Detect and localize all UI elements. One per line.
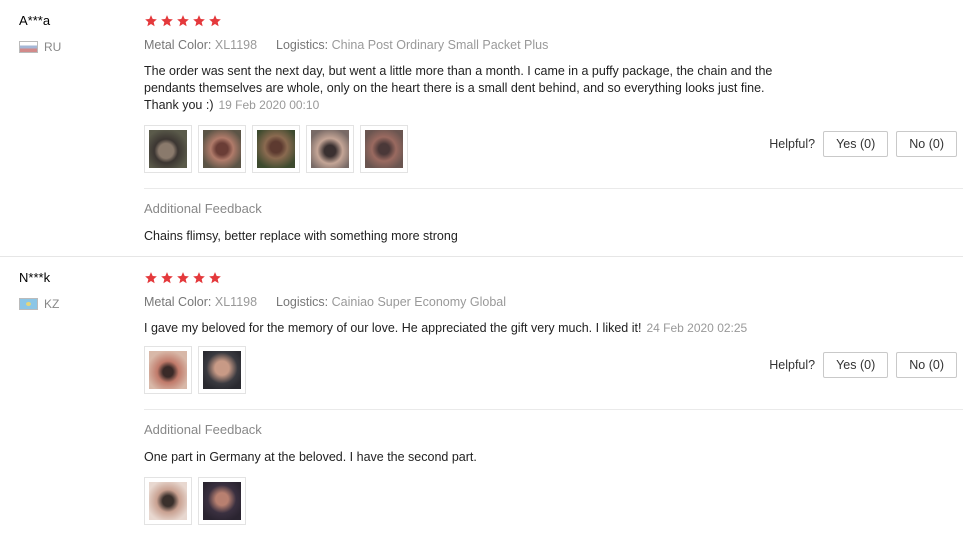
star-icon [177, 15, 189, 27]
review-text: The order was sent the next day, but wen… [144, 63, 844, 114]
flag-kazakhstan-icon [19, 298, 38, 310]
additional-feedback-title: Additional Feedback [144, 201, 262, 216]
reviewer-name: N***k [19, 270, 51, 285]
star-icon [145, 15, 157, 27]
metal-color-value: XL1198 [214, 38, 258, 52]
section-divider [144, 188, 963, 189]
helpful-vote: Helpful? Yes (0) No (0) [769, 131, 957, 157]
star-icon [209, 15, 221, 27]
helpful-yes-button[interactable]: Yes (0) [823, 352, 889, 378]
additional-feedback-text: One part in Germany at the beloved. I ha… [144, 450, 477, 464]
star-icon [161, 15, 173, 27]
star-icon [209, 272, 221, 284]
review-text-line: I gave my beloved for the memory of our … [144, 321, 642, 335]
additional-feedback-text: Chains flimsy, better replace with somet… [144, 229, 458, 243]
star-icon [177, 272, 189, 284]
review-photo-thumbnail[interactable] [306, 125, 354, 173]
star-icon [145, 272, 157, 284]
reviewer-country: KZ [19, 297, 59, 311]
additional-feedback-photos [144, 477, 246, 525]
review-photo-thumbnail[interactable] [198, 125, 246, 173]
country-code: RU [44, 40, 62, 54]
metal-color-label: Metal Color: [144, 38, 212, 52]
order-meta: Metal Color: XL1198 Logistics: China Pos… [144, 38, 548, 52]
review-photo-thumbnail[interactable] [144, 477, 192, 525]
star-icon [193, 272, 205, 284]
additional-feedback-title: Additional Feedback [144, 422, 262, 437]
star-icon [161, 272, 173, 284]
star-rating [144, 14, 222, 28]
helpful-yes-button[interactable]: Yes (0) [823, 131, 889, 157]
review-date: 19 Feb 2020 00:10 [218, 98, 320, 112]
logistics-value: China Post Ordinary Small Packet Plus [331, 38, 549, 52]
review-photo-thumbnail[interactable] [198, 346, 246, 394]
review-text-line-last: Thank you :) 19 Feb 2020 00:10 [144, 98, 320, 112]
logistics-value: Cainiao Super Economy Global [331, 295, 507, 309]
star-icon [193, 15, 205, 27]
logistics-label: Logistics: [276, 38, 329, 52]
star-rating [144, 271, 222, 285]
review-divider [0, 256, 963, 257]
helpful-no-button[interactable]: No (0) [896, 352, 957, 378]
review-photos [144, 346, 246, 394]
helpful-label: Helpful? [769, 358, 816, 372]
review-photo-thumbnail[interactable] [198, 477, 246, 525]
metal-color-value: XL1198 [214, 295, 258, 309]
order-meta: Metal Color: XL1198 Logistics: Cainiao S… [144, 295, 506, 309]
helpful-label: Helpful? [769, 137, 816, 151]
flag-russia-icon [19, 41, 38, 53]
country-code: KZ [44, 297, 60, 311]
helpful-vote: Helpful? Yes (0) No (0) [769, 352, 957, 378]
review-text-line: The order was sent the next day, but wen… [144, 64, 773, 78]
section-divider [144, 409, 963, 410]
review-photos [144, 125, 408, 173]
review-text: I gave my beloved for the memory of our … [144, 320, 844, 337]
review-photo-thumbnail[interactable] [252, 125, 300, 173]
review-photo-thumbnail[interactable] [144, 125, 192, 173]
review-date: 24 Feb 2020 02:25 [646, 321, 748, 335]
metal-color-label: Metal Color: [144, 295, 212, 309]
review-photo-thumbnail[interactable] [360, 125, 408, 173]
reviewer-country: RU [19, 40, 61, 54]
logistics-label: Logistics: [276, 295, 329, 309]
review-text-line: pendants themselves are whole, only on t… [144, 81, 765, 95]
reviewer-name: A***a [19, 13, 51, 28]
helpful-no-button[interactable]: No (0) [896, 131, 957, 157]
review-photo-thumbnail[interactable] [144, 346, 192, 394]
